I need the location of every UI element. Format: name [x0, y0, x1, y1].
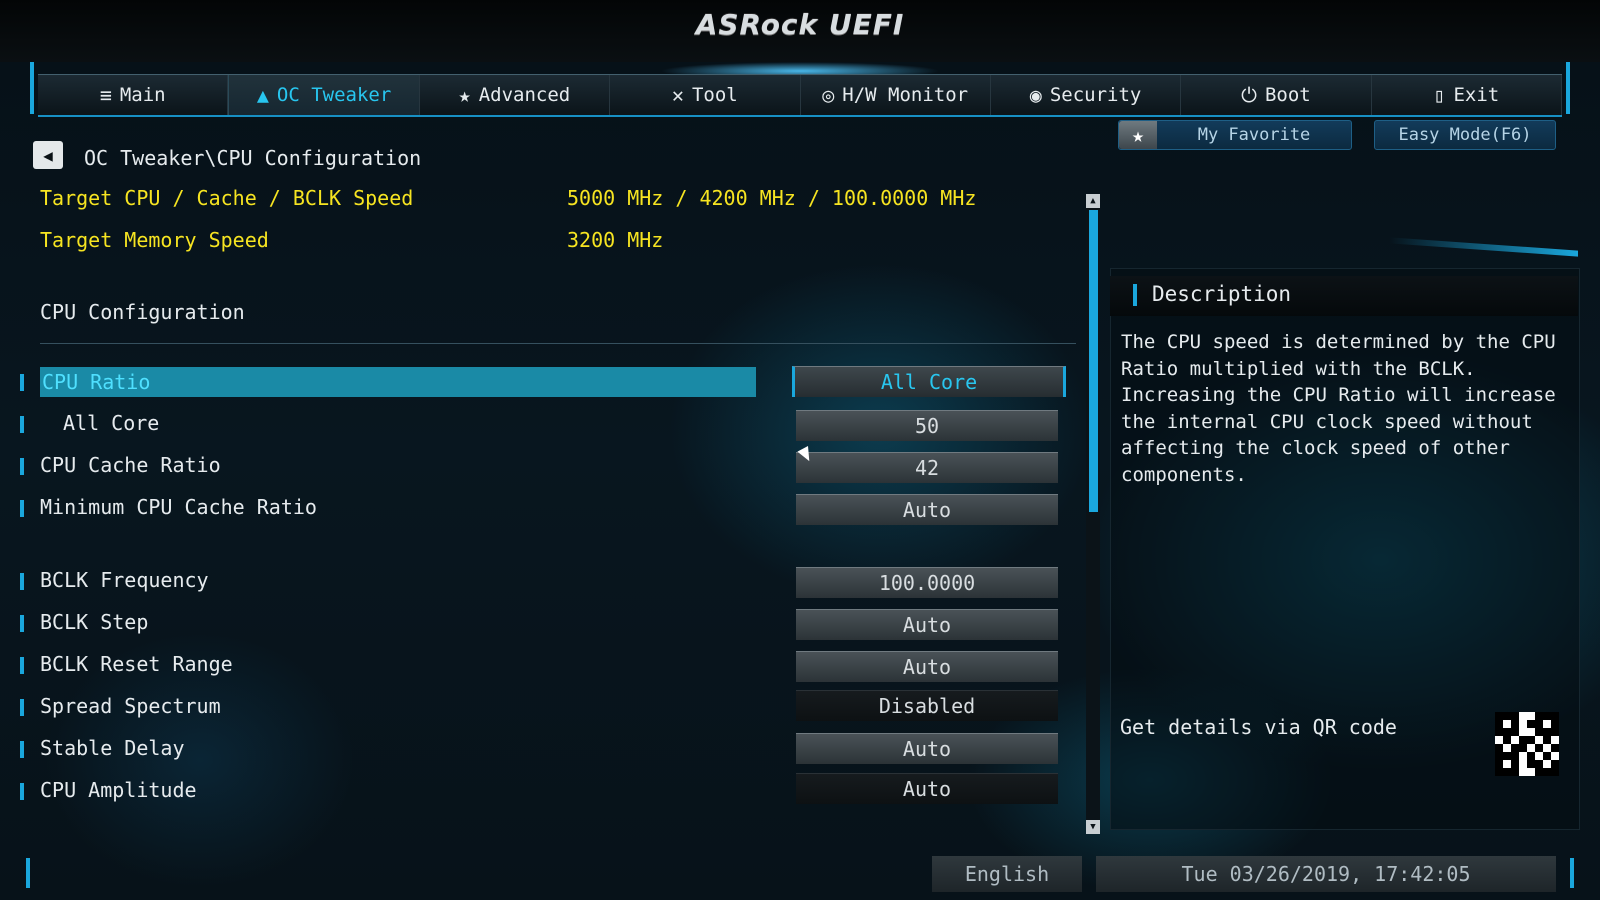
- row-marker: [20, 573, 24, 590]
- back-arrow-icon: ◀: [43, 145, 53, 165]
- main-tab-bar: ≡ Main ▲ OC Tweaker ★ Advanced ✕ Tool ◎ …: [38, 74, 1562, 117]
- row-marker: [20, 741, 24, 758]
- date-time-display: Tue 03/26/2019, 17:42:05: [1096, 856, 1556, 892]
- setting-cpu-cache-ratio[interactable]: CPU Cache Ratio: [40, 450, 221, 480]
- row-marker: [20, 500, 24, 517]
- setting-bclk-frequency-value[interactable]: 100.0000: [796, 567, 1058, 598]
- setting-bclk-step[interactable]: BCLK Step: [40, 607, 148, 637]
- footer-left-accent: [26, 858, 30, 888]
- tab-oc-tweaker-label: OC Tweaker: [276, 84, 392, 106]
- star-icon: ★: [458, 83, 471, 107]
- row-marker: [20, 783, 24, 800]
- description-title: Description: [1152, 282, 1292, 306]
- row-marker: [20, 416, 24, 433]
- tab-tool-label: Tool: [691, 84, 738, 106]
- setting-stable-delay[interactable]: Stable Delay: [40, 733, 185, 763]
- description-marker: [1133, 284, 1137, 306]
- section-divider: [40, 343, 1076, 344]
- scroll-up-arrow-icon[interactable]: ▲: [1086, 194, 1100, 208]
- crosshair-icon: ◎: [822, 83, 835, 107]
- setting-stable-delay-value[interactable]: Auto: [796, 733, 1058, 764]
- my-favorite-button[interactable]: ★ My Favorite: [1118, 120, 1352, 150]
- setting-cpu-ratio[interactable]: CPU Ratio: [40, 367, 756, 397]
- setting-cpu-ratio-value[interactable]: All Core: [792, 366, 1066, 397]
- tools-icon: ✕: [671, 83, 684, 107]
- tab-exit-label: Exit: [1453, 84, 1500, 106]
- setting-spread-spectrum-value[interactable]: Disabled: [796, 690, 1058, 721]
- setting-cpu-cache-ratio-value[interactable]: 42: [796, 452, 1058, 483]
- qr-code-label: Get details via QR code: [1120, 715, 1397, 739]
- header-left-accent: [30, 62, 34, 114]
- scroll-down-arrow-icon[interactable]: ▼: [1086, 820, 1100, 834]
- footer-right-accent: [1570, 858, 1574, 888]
- shield-icon: ◉: [1029, 83, 1042, 107]
- setting-bclk-reset-range[interactable]: BCLK Reset Range: [40, 649, 233, 679]
- tab-oc-tweaker[interactable]: ▲ OC Tweaker: [228, 75, 420, 115]
- setting-minimum-cpu-cache-ratio-value[interactable]: Auto: [796, 494, 1058, 525]
- qr-code-icon: [1495, 712, 1559, 776]
- tab-boot-label: Boot: [1264, 84, 1311, 106]
- description-text: The CPU speed is determined by the CPU R…: [1121, 331, 1556, 486]
- back-button[interactable]: ◀: [33, 141, 63, 169]
- header-right-accent: [1566, 62, 1570, 114]
- setting-all-core-value[interactable]: 50: [796, 410, 1058, 441]
- breadcrumb: OC Tweaker\CPU Configuration: [84, 146, 422, 170]
- setting-cpu-amplitude[interactable]: CPU Amplitude: [40, 775, 197, 805]
- exit-door-icon: ▯: [1433, 83, 1446, 107]
- tab-exit[interactable]: ▯ Exit: [1372, 75, 1562, 115]
- row-marker: [20, 657, 24, 674]
- tab-main[interactable]: ≡ Main: [38, 75, 229, 115]
- target-cpu-speed-label: Target CPU / Cache / BCLK Speed: [40, 186, 414, 210]
- tab-main-label: Main: [119, 84, 166, 106]
- list-icon: ≡: [99, 83, 112, 107]
- setting-bclk-reset-range-value[interactable]: Auto: [796, 651, 1058, 682]
- tab-tool[interactable]: ✕ Tool: [610, 75, 801, 115]
- favorite-star-icon: ★: [1119, 121, 1157, 149]
- tab-advanced-label: Advanced: [478, 84, 571, 106]
- setting-spread-spectrum[interactable]: Spread Spectrum: [40, 691, 221, 721]
- target-memory-speed-label: Target Memory Speed: [40, 228, 269, 252]
- easy-mode-button[interactable]: Easy Mode(F6): [1374, 120, 1556, 150]
- row-marker: [20, 699, 24, 716]
- top-bar: ASRock UEFI: [0, 0, 1600, 62]
- scrollbar-thumb[interactable]: [1089, 210, 1098, 512]
- target-memory-speed-value: 3200 MHz: [567, 228, 664, 252]
- setting-bclk-step-value[interactable]: Auto: [796, 609, 1058, 640]
- rocket-icon: ▲: [256, 83, 269, 107]
- description-accent: [1390, 237, 1578, 257]
- asrock-uefi-logo: ASRock UEFI: [695, 8, 905, 41]
- tab-hw-monitor[interactable]: ◎ H/W Monitor: [801, 75, 991, 115]
- power-icon: ⏻: [1241, 83, 1257, 107]
- row-marker: [20, 458, 24, 475]
- section-title: CPU Configuration: [40, 300, 245, 324]
- setting-all-core[interactable]: All Core: [63, 408, 159, 438]
- language-selector[interactable]: English: [932, 856, 1082, 892]
- tab-advanced[interactable]: ★ Advanced: [420, 75, 611, 115]
- setting-bclk-frequency[interactable]: BCLK Frequency: [40, 565, 209, 595]
- setting-minimum-cpu-cache-ratio[interactable]: Minimum CPU Cache Ratio: [40, 492, 317, 522]
- tab-hw-monitor-label: H/W Monitor: [842, 84, 969, 106]
- setting-cpu-amplitude-value[interactable]: Auto: [796, 773, 1058, 804]
- my-favorite-label: My Favorite: [1197, 125, 1311, 145]
- row-marker: [20, 374, 24, 391]
- row-marker: [20, 615, 24, 632]
- tab-boot[interactable]: ⏻ Boot: [1181, 75, 1372, 115]
- target-cpu-speed-value: 5000 MHz / 4200 MHz / 100.0000 MHz: [567, 186, 977, 210]
- tab-security[interactable]: ◉ Security: [991, 75, 1182, 115]
- tab-security-label: Security: [1049, 84, 1142, 106]
